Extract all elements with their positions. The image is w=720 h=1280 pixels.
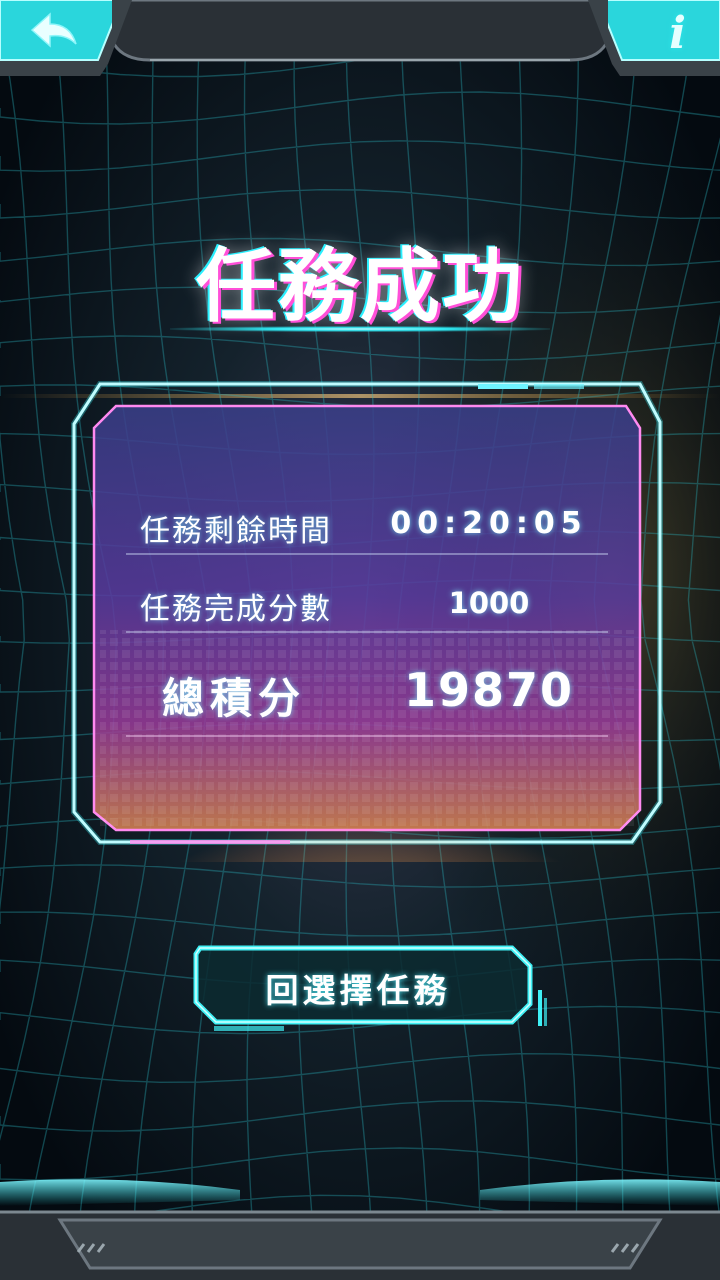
back-to-mission-select-button[interactable]: 回選擇任務 (186, 940, 554, 1036)
total-score-label: 總積分 (162, 674, 307, 723)
back-button[interactable] (0, 0, 124, 78)
info-button-bg (596, 0, 720, 61)
total-score-value: 19870 (403, 663, 575, 717)
bottom-bar (0, 1179, 720, 1280)
info-icon: i (669, 8, 686, 59)
title-underline-glow (170, 326, 550, 332)
remaining-time-value: 00:20:05 (390, 506, 588, 541)
info-button[interactable]: i (596, 0, 720, 78)
page-title: 任務成功 (196, 240, 524, 333)
remaining-time-label: 任務剩餘時間 (140, 514, 332, 549)
mission-score-value: 1000 (448, 586, 530, 620)
back-arrow-icon (26, 8, 82, 63)
top-bar: i (0, 0, 720, 86)
mission-score-label: 任務完成分數 (140, 592, 332, 627)
back-to-mission-select-label: 回選擇任務 (265, 971, 451, 1010)
